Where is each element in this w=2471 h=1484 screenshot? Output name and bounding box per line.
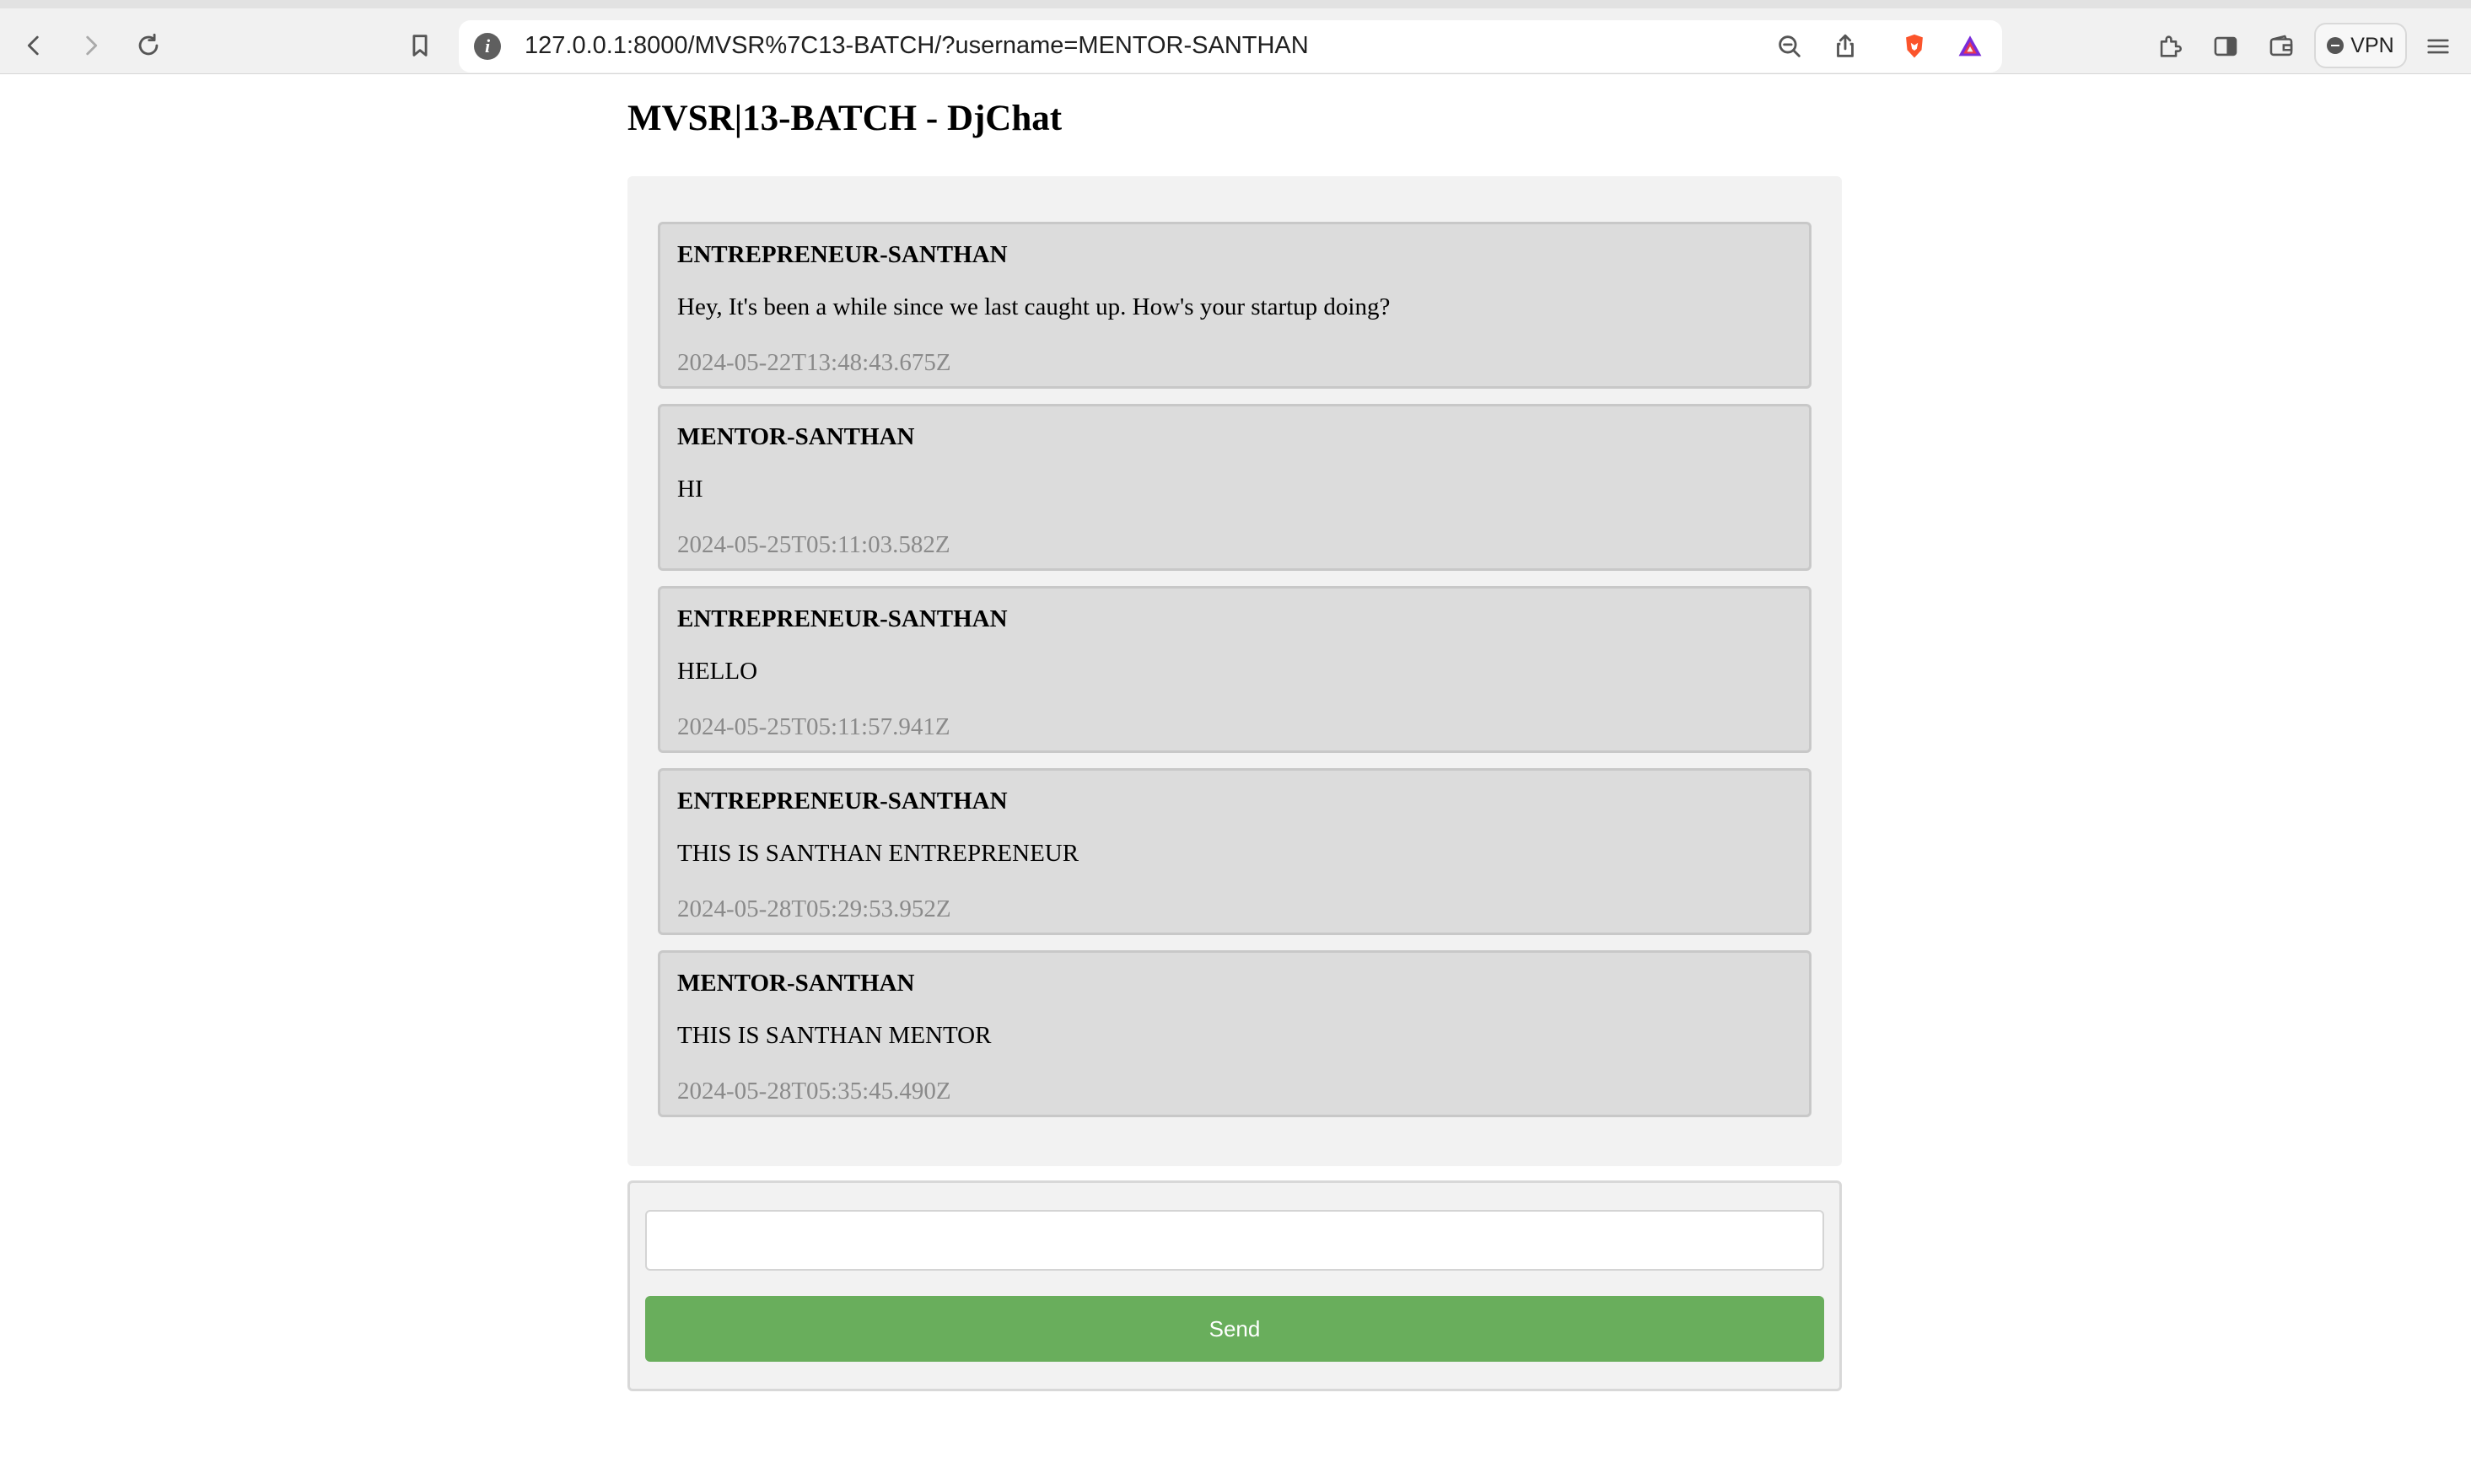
vpn-label: VPN (2350, 33, 2394, 57)
address-bar[interactable]: i 127.0.0.1:8000/MVSR%7C13-BATCH/?userna… (459, 20, 2341, 73)
message-text: THIS IS SANTHAN ENTREPRENEUR (677, 840, 1079, 867)
message-timestamp: 2024-05-25T05:11:03.582Z (677, 531, 950, 558)
brave-rewards-icon[interactable] (1955, 31, 1985, 62)
message-timestamp: 2024-05-28T05:35:45.490Z (677, 1078, 951, 1105)
sidebar-icon[interactable] (2208, 29, 2243, 64)
zoom-out-icon[interactable] (1774, 31, 1805, 62)
message-timestamp: 2024-05-25T05:11:57.941Z (677, 713, 950, 740)
message-username: ENTREPRENEUR-SANTHAN (677, 241, 1008, 268)
menu-icon[interactable] (2420, 29, 2456, 64)
vpn-status-icon (2327, 37, 2344, 54)
message-text: HI (677, 476, 703, 503)
back-arrow-icon[interactable] (15, 27, 52, 64)
message-text: HELLO (677, 658, 758, 685)
message-input[interactable] (645, 1210, 1824, 1271)
page-title: MVSR|13-BATCH - DjChat (627, 99, 1063, 138)
message-username: MENTOR-SANTHAN (677, 970, 915, 997)
share-icon[interactable] (1830, 31, 1860, 62)
send-button[interactable]: Send (645, 1296, 1824, 1362)
message-timestamp: 2024-05-22T13:48:43.675Z (677, 349, 951, 376)
message-timestamp: 2024-05-28T05:29:53.952Z (677, 895, 951, 922)
chat-message: ENTREPRENEUR-SANTHAN HELLO 2024-05-25T05… (658, 586, 1812, 753)
forward-arrow-icon[interactable] (73, 27, 110, 64)
message-text: THIS IS SANTHAN MENTOR (677, 1022, 992, 1049)
chat-message: ENTREPRENEUR-SANTHAN THIS IS SANTHAN ENT… (658, 768, 1812, 935)
message-text: Hey, It's been a while since we last cau… (677, 293, 1391, 320)
reload-icon[interactable] (130, 27, 167, 64)
message-username: ENTREPRENEUR-SANTHAN (677, 605, 1008, 632)
bookmark-icon[interactable] (401, 27, 439, 64)
message-username: MENTOR-SANTHAN (677, 423, 915, 450)
url-text[interactable]: 127.0.0.1:8000/MVSR%7C13-BATCH/?username… (525, 32, 1309, 60)
chat-message: MENTOR-SANTHAN THIS IS SANTHAN MENTOR 20… (658, 950, 1812, 1117)
wallet-icon[interactable] (2264, 29, 2299, 64)
vpn-button[interactable]: VPN (2314, 23, 2407, 68)
chat-log[interactable]: ENTREPRENEUR-SANTHAN Hey, It's been a wh… (627, 176, 1842, 1166)
chat-message: ENTREPRENEUR-SANTHAN Hey, It's been a wh… (658, 222, 1812, 389)
message-form: Send (627, 1180, 1842, 1391)
site-info-icon[interactable]: i (474, 33, 501, 60)
extensions-icon[interactable] (2152, 29, 2188, 64)
brave-shields-icon[interactable] (1899, 31, 1930, 62)
browser-toolbar: i 127.0.0.1:8000/MVSR%7C13-BATCH/?userna… (0, 0, 2471, 74)
chat-message: MENTOR-SANTHAN HI 2024-05-25T05:11:03.58… (658, 404, 1812, 571)
message-username: ENTREPRENEUR-SANTHAN (677, 788, 1008, 815)
